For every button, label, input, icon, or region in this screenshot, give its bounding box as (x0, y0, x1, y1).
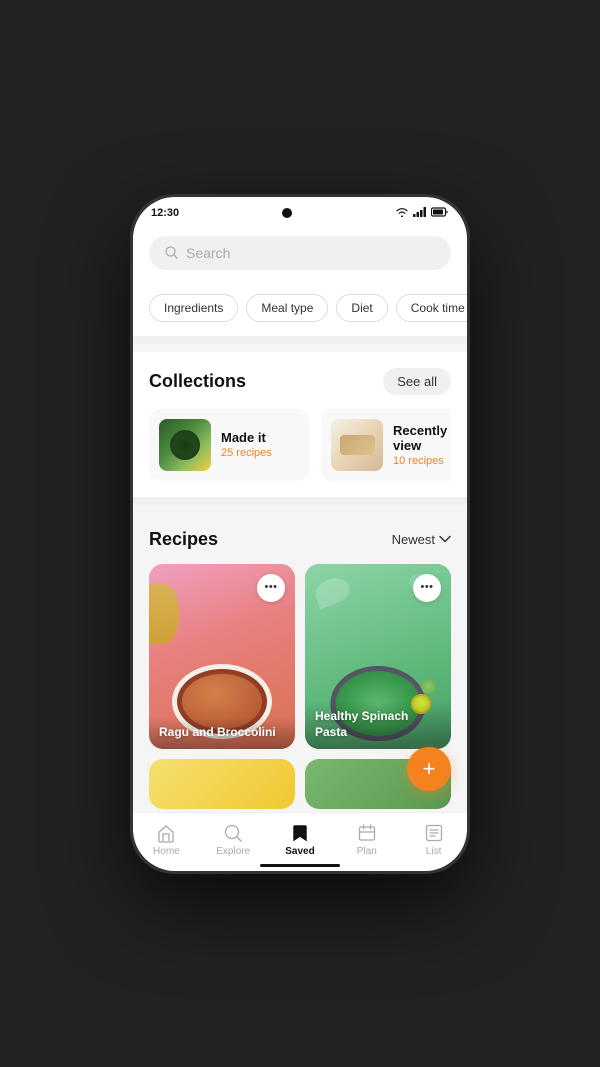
see-all-button[interactable]: See all (383, 368, 451, 395)
status-bar: 12:30 (133, 197, 467, 226)
chip-cook-time[interactable]: Cook time (396, 294, 467, 322)
sort-label: Newest (392, 532, 435, 547)
collections-row: Made it 25 recipes Recently view 10 reci… (149, 409, 451, 481)
chevron-down-icon (439, 535, 451, 543)
recently-viewed-info: Recently view 10 recipes (393, 423, 451, 467)
nav-saved[interactable]: Saved (267, 821, 334, 859)
made-it-count: 25 recipes (221, 447, 299, 459)
recently-viewed-count: 10 recipes (393, 455, 451, 467)
ragu-name: Ragu and Broccolini (159, 725, 285, 741)
recipes-grid: ••• Ragu and Broccolini (149, 564, 451, 749)
chip-ingredients[interactable]: Ingredients (149, 294, 238, 322)
saved-icon (290, 823, 310, 843)
nav-saved-label: Saved (285, 846, 314, 857)
collections-header: Collections See all (149, 368, 451, 395)
recently-viewed-name: Recently view (393, 423, 451, 453)
spinach-name: Healthy Spinach Pasta (315, 709, 441, 740)
nav-list-label: List (426, 846, 442, 857)
add-recipe-fab[interactable]: + (407, 747, 451, 791)
recipes-title: Recipes (149, 529, 218, 550)
made-it-image (159, 419, 211, 471)
sort-button[interactable]: Newest (392, 532, 451, 547)
recipe-partial-yellow[interactable] (149, 759, 295, 809)
battery-icon (431, 207, 449, 220)
spinach-more-button[interactable]: ••• (413, 574, 441, 602)
ragu-more-button[interactable]: ••• (257, 574, 285, 602)
collections-title: Collections (149, 371, 246, 392)
nav-home-label: Home (153, 846, 180, 857)
filter-chips: Ingredients Meal type Diet Cook time (133, 284, 467, 336)
recipe-ragu[interactable]: ••• Ragu and Broccolini (149, 564, 295, 749)
made-it-info: Made it 25 recipes (221, 430, 299, 459)
nav-home[interactable]: Home (133, 821, 200, 859)
phone-screen: 12:30 (133, 197, 467, 871)
search-bar[interactable]: Search (149, 236, 451, 270)
wifi-icon (395, 207, 409, 220)
nav-explore[interactable]: Explore (200, 821, 267, 859)
search-placeholder: Search (186, 245, 230, 261)
search-icon (165, 246, 178, 259)
search-section: Search (133, 226, 467, 284)
plan-icon (357, 823, 377, 843)
recently-viewed-image (331, 419, 383, 471)
divider-1 (133, 336, 467, 344)
ragu-label: Ragu and Broccolini (149, 717, 295, 749)
signal-icon (413, 207, 427, 220)
collections-section: Collections See all Made it 25 recipes (133, 352, 467, 497)
recipes-header: Recipes Newest (149, 529, 451, 550)
divider-2 (133, 497, 467, 505)
recipe-row-partial (149, 759, 451, 809)
front-camera (282, 208, 292, 218)
bottom-navigation: Home Explore Saved Pla (133, 812, 467, 871)
nav-list[interactable]: List (400, 821, 467, 859)
explore-icon (223, 823, 243, 843)
nav-explore-label: Explore (216, 846, 250, 857)
fab-plus-icon: + (423, 758, 436, 780)
chip-diet[interactable]: Diet (336, 294, 387, 322)
nav-plan-label: Plan (357, 846, 377, 857)
made-it-name: Made it (221, 430, 299, 445)
bottom-indicator (260, 864, 340, 867)
recipe-spinach[interactable]: ••• Healthy Spinach Pasta (305, 564, 451, 749)
list-icon (424, 823, 444, 843)
collection-recently-viewed[interactable]: Recently view 10 recipes (321, 409, 451, 481)
phone-frame: 12:30 (130, 194, 470, 874)
spinach-label: Healthy Spinach Pasta (305, 701, 451, 748)
nav-plan[interactable]: Plan (333, 821, 400, 859)
scroll-content[interactable]: Search Ingredients Meal type Diet Cook t… (133, 226, 467, 812)
more-dots-icon-2: ••• (420, 582, 433, 593)
status-time: 12:30 (151, 207, 179, 219)
chip-meal-type[interactable]: Meal type (246, 294, 328, 322)
status-icons (395, 207, 449, 220)
home-icon (156, 823, 176, 843)
collection-made-it[interactable]: Made it 25 recipes (149, 409, 309, 481)
more-dots-icon: ••• (264, 582, 277, 593)
